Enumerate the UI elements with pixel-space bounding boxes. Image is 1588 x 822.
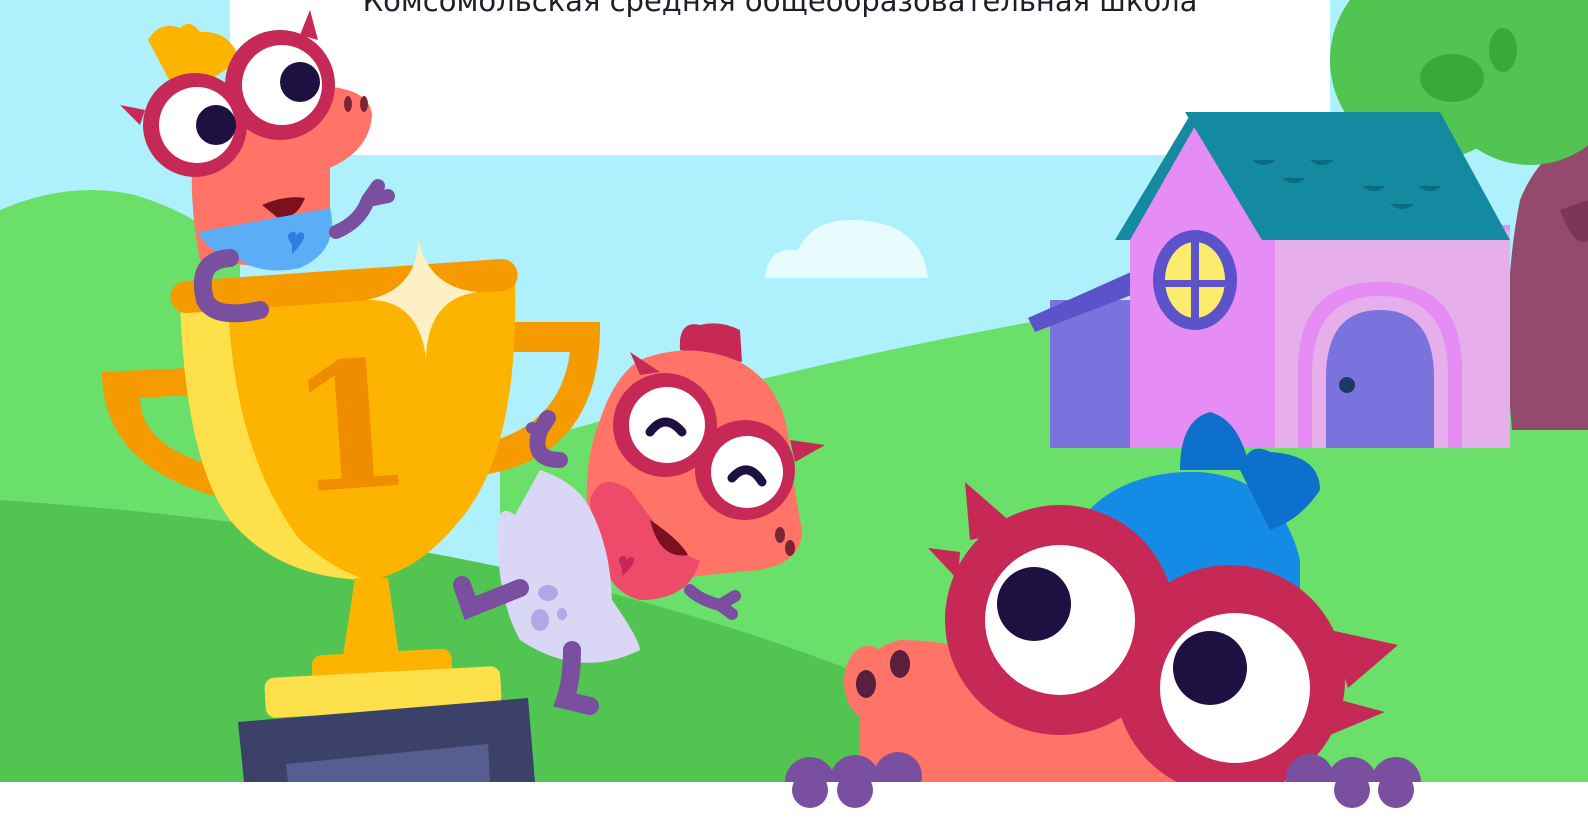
trophy-number: 1: [283, 321, 419, 534]
illustration-scene: 1 Комсомольская средняя общеобразователь…: [0, 0, 1588, 818]
scene-svg: 1: [0, 0, 1588, 818]
school-title: Комсомольская средняя общеобразовательна…: [362, 0, 1198, 18]
title-panel: [230, 0, 1330, 155]
